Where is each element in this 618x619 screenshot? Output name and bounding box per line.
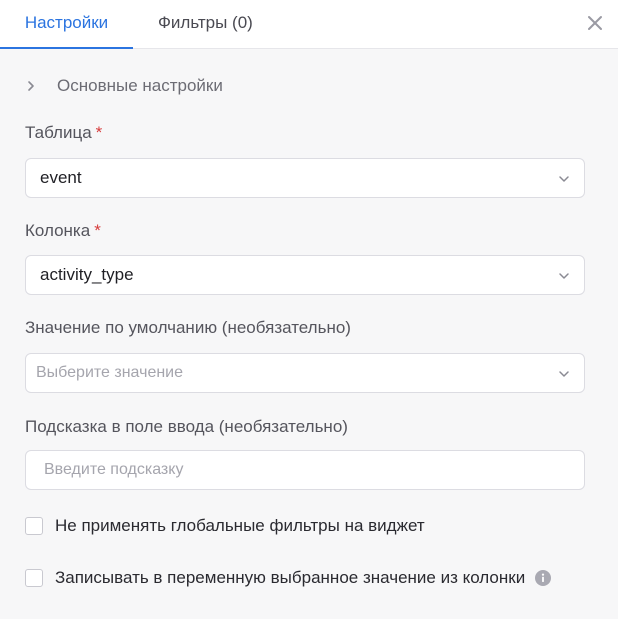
column-label-text: Колонка	[25, 221, 91, 240]
hint-input[interactable]: Введите подсказку	[25, 450, 585, 490]
table-field-label: Таблица *	[25, 123, 102, 143]
chevron-down-icon	[559, 371, 569, 377]
required-mark: *	[95, 123, 103, 142]
default-value-select[interactable]: Выберите значение	[25, 353, 585, 393]
main-settings-label: Основные настройки	[57, 76, 223, 95]
tab-filters[interactable]: Фильтры (0)	[158, 0, 253, 49]
table-label-text: Таблица	[25, 123, 92, 142]
default-value-label: Значение по умолчанию (необязательно)	[25, 318, 351, 337]
hint-field-label: Подсказка в поле ввода (необязательно)	[25, 417, 348, 436]
settings-panel: Настройки Фильтры (0) Основные настройки…	[0, 0, 618, 619]
chevron-right-icon	[28, 81, 34, 91]
ignore-global-filters-option[interactable]: Не применять глобальные фильтры на видже…	[25, 515, 425, 537]
column-select-value: activity_type	[40, 265, 134, 284]
chevron-down-icon	[559, 176, 569, 182]
table-select[interactable]: event	[25, 158, 585, 198]
required-mark: *	[94, 221, 101, 240]
chevron-down-icon	[559, 273, 569, 279]
info-icon[interactable]	[535, 570, 552, 586]
default-value-placeholder: Выберите значение	[36, 364, 184, 381]
table-select-value: event	[40, 168, 82, 187]
hint-input-placeholder: Введите подсказку	[44, 461, 184, 478]
close-button[interactable]	[584, 12, 606, 34]
close-icon	[588, 16, 602, 30]
column-select[interactable]: activity_type	[25, 255, 585, 295]
tab-bar: Настройки Фильтры (0)	[0, 0, 618, 49]
column-field-label: Колонка *	[25, 221, 101, 241]
write-to-variable-label: Записывать в переменную выбранное значен…	[55, 568, 526, 587]
main-settings-toggle[interactable]: Основные настройки	[25, 74, 223, 98]
write-to-variable-checkbox[interactable]	[25, 569, 43, 587]
ignore-global-filters-label: Не применять глобальные фильтры на видже…	[55, 516, 425, 535]
tab-settings[interactable]: Настройки	[0, 0, 133, 49]
ignore-global-filters-checkbox[interactable]	[25, 517, 43, 535]
write-to-variable-option[interactable]: Записывать в переменную выбранное значен…	[25, 567, 552, 589]
